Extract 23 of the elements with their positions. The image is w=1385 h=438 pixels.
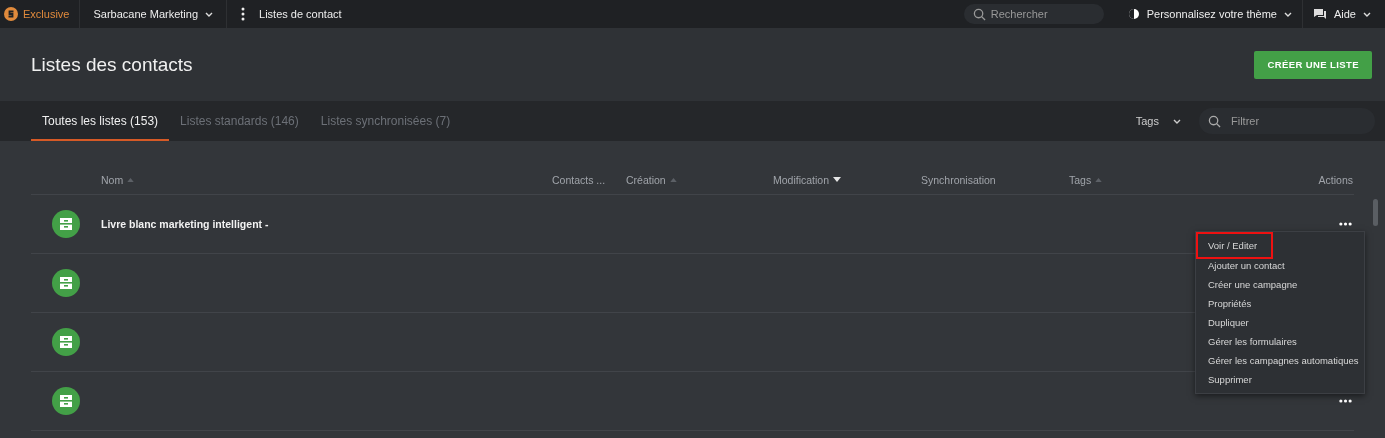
- menu-item[interactable]: Voir / Editer: [1196, 232, 1274, 259]
- column-header[interactable]: Modification: [773, 173, 830, 186]
- theme-dropdown[interactable]: Personnalisez votre thème: [1117, 0, 1302, 28]
- menu-item[interactable]: Supprimer: [1196, 368, 1264, 387]
- column-header[interactable]: Tags: [1069, 173, 1092, 186]
- list-name[interactable]: Livre blanc marketing intelligent -: [101, 218, 269, 230]
- menu-item[interactable]: Dupliquer: [1196, 311, 1261, 330]
- column-header[interactable]: Contacts ...: [552, 173, 606, 186]
- page-title: Listes des contacts: [31, 53, 193, 76]
- filter-field[interactable]: Filtrer: [1199, 108, 1375, 134]
- menu-item[interactable]: Gérer les formulaires: [1196, 330, 1309, 349]
- column-header[interactable]: Nom: [101, 173, 124, 186]
- section-label: Listes de contact: [259, 8, 342, 20]
- tags-dropdown[interactable]: Tags: [1135, 115, 1181, 127]
- menu-item[interactable]: Gérer les campagnes automatiques: [1196, 349, 1371, 368]
- menu-item[interactable]: Créer une campagne: [1196, 273, 1310, 292]
- column-header[interactable]: Synchronisation: [921, 173, 996, 186]
- column-header[interactable]: Actions: [1318, 173, 1353, 186]
- tab[interactable]: Toutes les listes (153): [31, 103, 170, 141]
- plan-label: Exclusive: [23, 8, 70, 20]
- search-field[interactable]: Rechercher: [963, 4, 1104, 24]
- menu-item[interactable]: Propriétés: [1196, 292, 1264, 311]
- column-header[interactable]: Création: [626, 173, 666, 186]
